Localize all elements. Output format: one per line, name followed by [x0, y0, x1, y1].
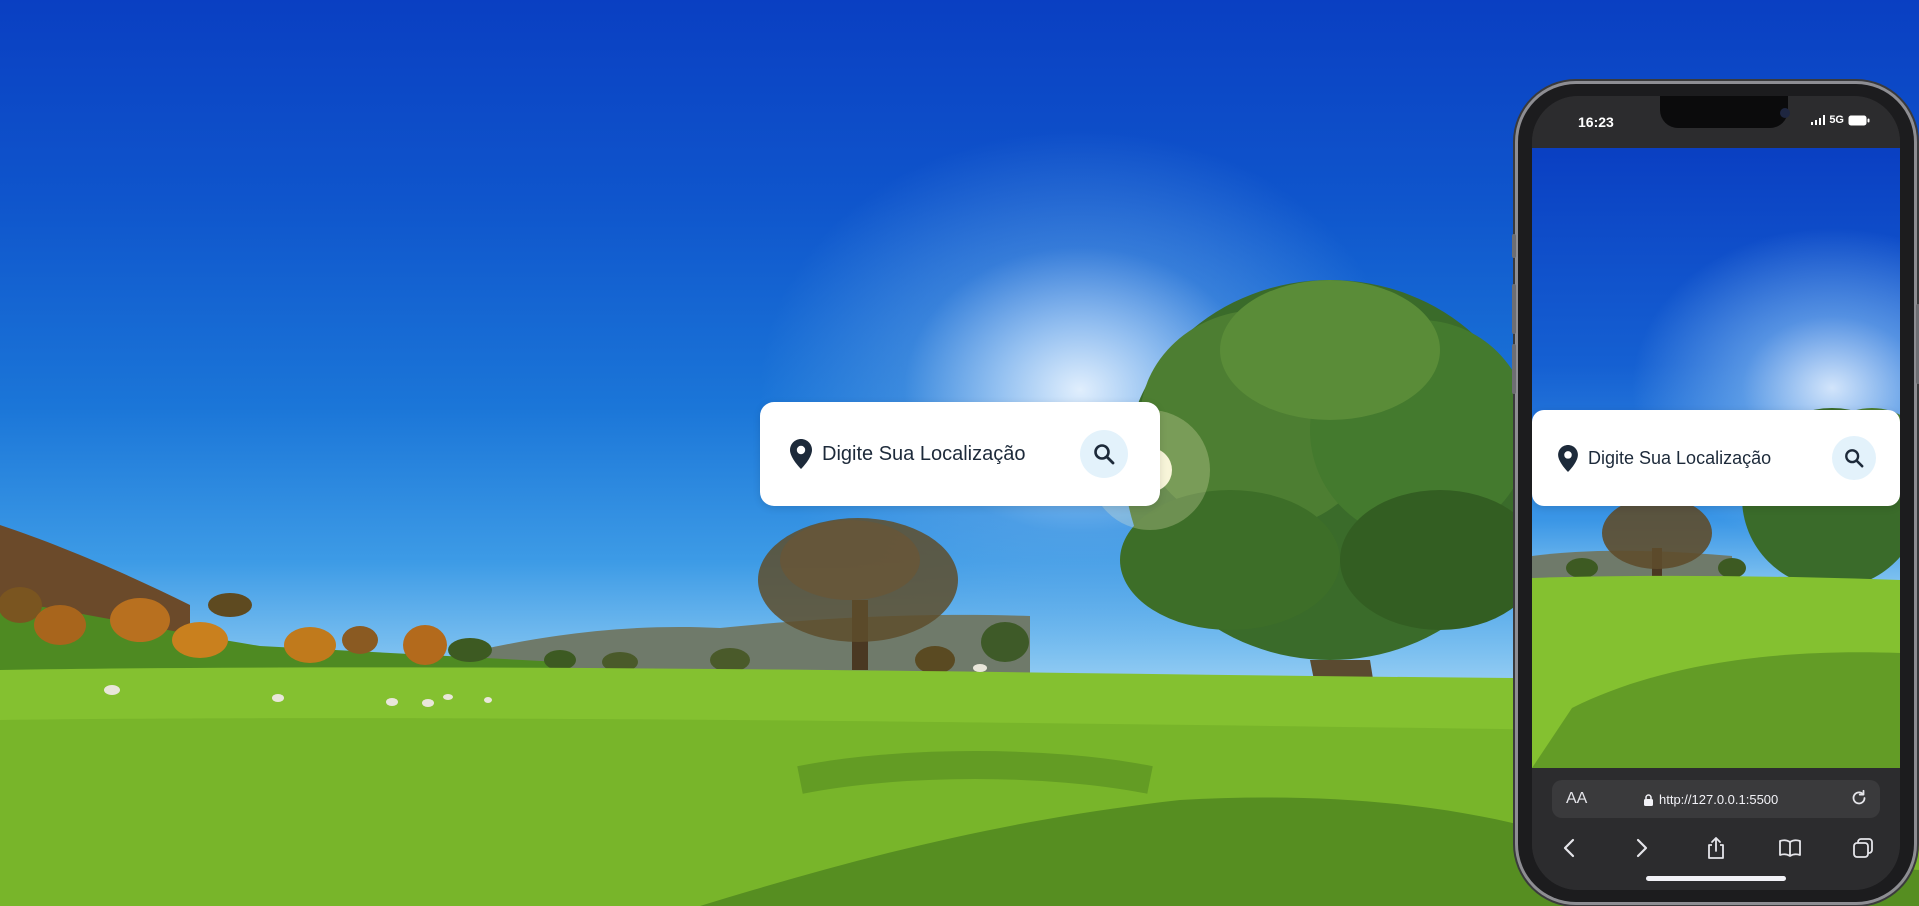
status-indicators: 5G: [1811, 114, 1870, 126]
signal-icon: [1811, 115, 1826, 125]
share-icon: [1708, 837, 1724, 859]
chevron-right-icon: [1637, 838, 1648, 858]
location-search-bar[interactable]: Digite Sua Localização: [760, 402, 1160, 506]
front-camera: [1780, 108, 1790, 118]
tabs-icon: [1853, 838, 1874, 858]
back-button[interactable]: [1549, 830, 1589, 866]
phone-web-content: Digite Sua Localização: [1532, 148, 1900, 768]
reload-button[interactable]: [1850, 789, 1868, 812]
search-icon: [1094, 444, 1115, 465]
chevron-left-icon: [1563, 838, 1574, 858]
bookmarks-button[interactable]: [1770, 830, 1810, 866]
map-pin-icon: [1558, 444, 1578, 472]
status-time: 16:23: [1578, 114, 1614, 130]
browser-toolbar: [1532, 828, 1900, 868]
book-icon: [1778, 839, 1801, 857]
status-bar: 16:23 5G: [1532, 96, 1900, 148]
lock-icon: [1644, 793, 1653, 806]
forward-button[interactable]: [1622, 830, 1662, 866]
phone-volume-up: [1512, 284, 1516, 334]
location-search-input[interactable]: Digite Sua Localização: [822, 443, 1080, 466]
map-pin-icon: [790, 439, 812, 469]
search-icon: [1845, 449, 1864, 468]
reload-icon: [1852, 789, 1866, 805]
address-bar[interactable]: AA http://127.0.0.1:5500: [1552, 780, 1880, 818]
search-button[interactable]: [1080, 430, 1128, 478]
phone-screen: 16:23 5G Digite Sua Localização AA http:…: [1532, 96, 1900, 890]
url-display[interactable]: http://127.0.0.1:5500: [1644, 792, 1778, 807]
phone-volume-down: [1512, 344, 1516, 394]
network-label: 5G: [1829, 114, 1844, 126]
home-indicator: [1646, 876, 1786, 881]
battery-icon: [1848, 115, 1870, 125]
mobile-location-search-input[interactable]: Digite Sua Localização: [1588, 448, 1832, 469]
phone-notch: [1660, 96, 1790, 128]
mobile-search-button[interactable]: [1832, 436, 1876, 480]
share-button[interactable]: [1696, 830, 1736, 866]
reader-text-size-button[interactable]: AA: [1566, 790, 1587, 808]
phone-mute-switch: [1512, 234, 1516, 258]
url-text: http://127.0.0.1:5500: [1659, 792, 1779, 807]
tabs-button[interactable]: [1843, 830, 1883, 866]
safari-browser-bar: AA http://127.0.0.1:5500: [1532, 768, 1900, 890]
mobile-location-search-bar[interactable]: Digite Sua Localização: [1532, 410, 1900, 506]
phone-mockup: 16:23 5G Digite Sua Localização AA http:…: [1512, 84, 1919, 902]
